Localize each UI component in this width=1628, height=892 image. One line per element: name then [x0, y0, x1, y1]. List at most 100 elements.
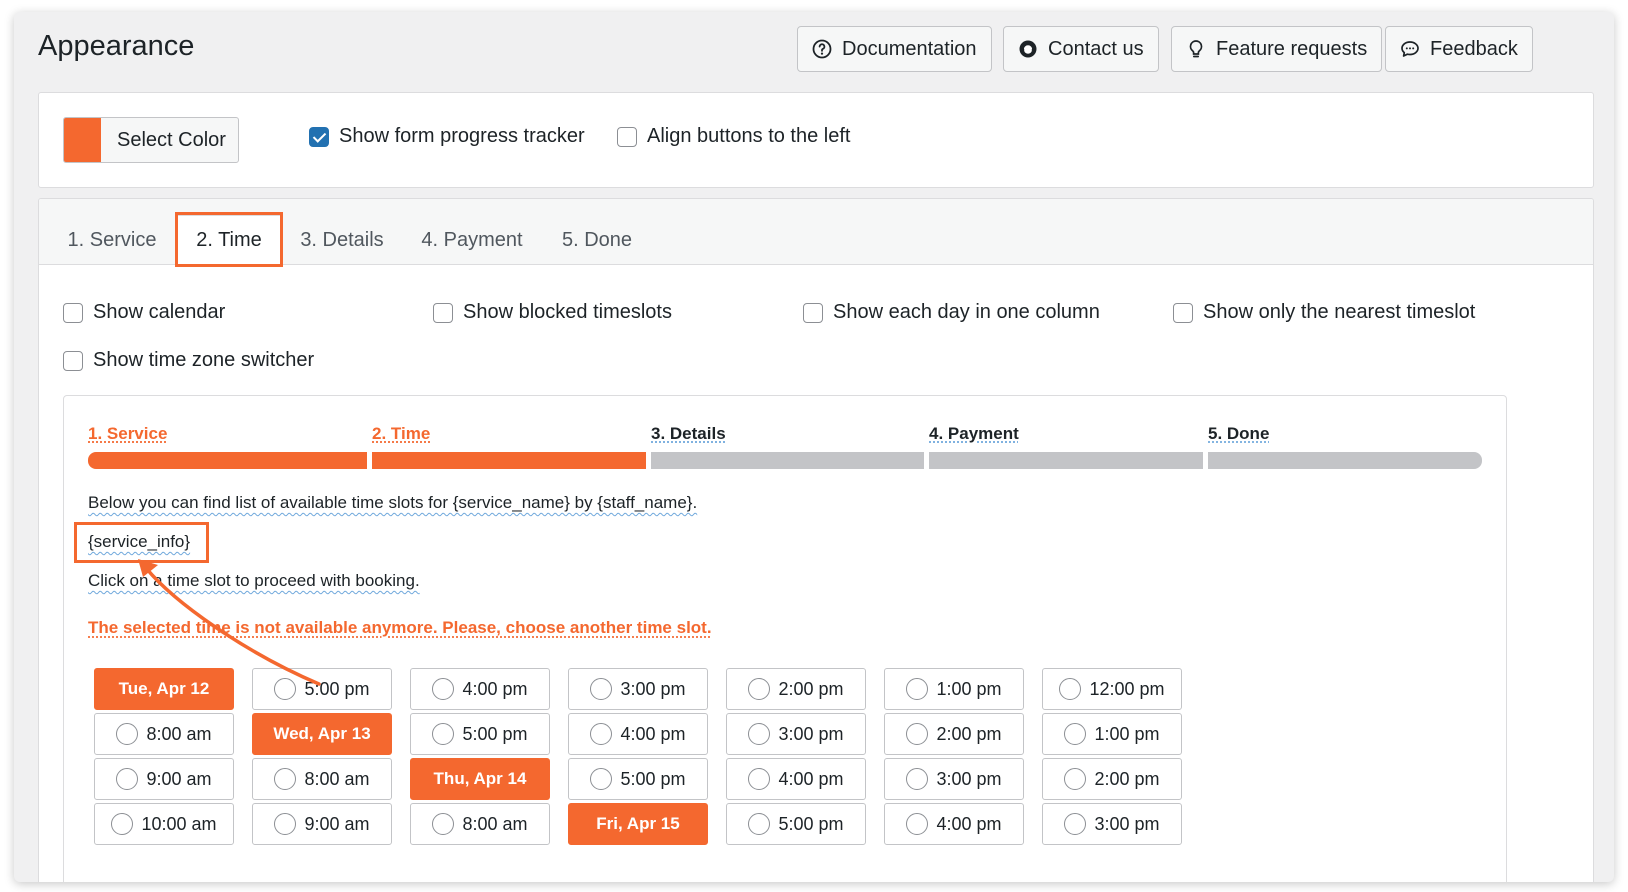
time-slot-radio[interactable] [906, 723, 929, 745]
time-slot-radio[interactable] [748, 723, 771, 745]
time-slot-label: 2:00 pm [1094, 768, 1160, 789]
time-slot[interactable]: 10:00 am [94, 803, 234, 845]
time-slot-radio[interactable] [116, 768, 139, 790]
progress-step-payment[interactable]: 4. Payment [929, 424, 1019, 444]
progress-step-service[interactable]: 1. Service [88, 424, 167, 444]
time-slot[interactable]: 5:00 pm [410, 713, 550, 755]
time-slot-radio[interactable] [1059, 678, 1082, 700]
time-slot-radio[interactable] [590, 678, 613, 700]
time-slot[interactable]: 3:00 pm [884, 758, 1024, 800]
show-calendar-label: Show calendar [93, 301, 226, 323]
intro-text[interactable]: Below you can find list of available tim… [88, 493, 697, 513]
show-each-day-column-checkbox[interactable] [803, 302, 823, 323]
time-slot-radio[interactable] [274, 768, 297, 790]
time-slot[interactable]: 1:00 pm [1042, 713, 1182, 755]
time-slot-radio[interactable] [1064, 768, 1087, 790]
show-progress-tracker-option[interactable]: Show form progress tracker [309, 125, 585, 148]
time-slot[interactable]: 4:00 pm [410, 668, 550, 710]
progress-bar-done [1208, 452, 1482, 469]
show-nearest-timeslot-checkbox[interactable] [1173, 302, 1193, 323]
time-slot[interactable]: 8:00 am [410, 803, 550, 845]
page-title: Appearance [38, 30, 195, 62]
documentation-button[interactable]: Documentation [797, 26, 992, 72]
time-slot[interactable]: 1:00 pm [884, 668, 1024, 710]
time-slot[interactable]: 2:00 pm [884, 713, 1024, 755]
feature-requests-button[interactable]: Feature requests [1171, 26, 1383, 72]
time-slot-label: 8:00 am [462, 813, 528, 834]
tab-details[interactable]: 3. Details [289, 215, 395, 265]
time-slot-radio[interactable] [906, 813, 929, 835]
time-slot-radio[interactable] [274, 813, 297, 835]
chat-bubble-icon [1401, 41, 1419, 57]
day-header: Wed, Apr 13 [252, 713, 392, 755]
time-slot[interactable]: 9:00 am [94, 758, 234, 800]
select-color-button[interactable]: Select Color [63, 117, 239, 163]
time-slot-radio[interactable] [1064, 723, 1087, 745]
time-slot[interactable]: 5:00 pm [726, 803, 866, 845]
progress-step-done[interactable]: 5. Done [1208, 424, 1269, 444]
time-slot[interactable]: 4:00 pm [568, 713, 708, 755]
time-slot[interactable]: 2:00 pm [726, 668, 866, 710]
headset-icon [1019, 40, 1037, 58]
progress-bar-payment [929, 452, 1203, 469]
time-slot[interactable]: 3:00 pm [726, 713, 866, 755]
time-slot-label: 12:00 pm [1089, 678, 1165, 699]
time-slot[interactable]: 2:00 pm [1042, 758, 1182, 800]
tab-done[interactable]: 5. Done [549, 215, 645, 265]
show-nearest-timeslot-option[interactable]: Show only the nearest timeslot [1173, 301, 1475, 324]
documentation-label: Documentation [842, 37, 977, 60]
show-blocked-timeslots-option[interactable]: Show blocked timeslots [433, 301, 672, 324]
progress-step-time[interactable]: 2. Time [372, 424, 430, 444]
time-slot-radio[interactable] [1064, 813, 1087, 835]
show-blocked-timeslots-checkbox[interactable] [433, 302, 453, 323]
time-slot[interactable]: 8:00 am [252, 758, 392, 800]
time-slot-label: 4:00 pm [778, 768, 844, 789]
show-timezone-switcher-option[interactable]: Show time zone switcher [63, 349, 314, 372]
time-slot-radio[interactable] [748, 678, 771, 700]
time-slot-radio[interactable] [748, 813, 771, 835]
time-slot[interactable]: 12:00 pm [1042, 668, 1182, 710]
time-slot[interactable]: 3:00 pm [568, 668, 708, 710]
show-nearest-timeslot-label: Show only the nearest timeslot [1203, 301, 1476, 323]
time-slot-radio[interactable] [432, 813, 455, 835]
time-slot-radio[interactable] [432, 678, 455, 700]
select-color-label: Select Color [117, 128, 226, 151]
time-slot[interactable]: 4:00 pm [884, 803, 1024, 845]
tab-payment[interactable]: 4. Payment [411, 215, 533, 265]
align-buttons-left-option[interactable]: Align buttons to the left [617, 125, 850, 148]
show-progress-tracker-label: Show form progress tracker [339, 125, 585, 147]
time-slot[interactable]: 4:00 pm [726, 758, 866, 800]
time-slot[interactable]: 5:00 pm [568, 758, 708, 800]
time-slot-radio[interactable] [274, 678, 297, 700]
show-timezone-switcher-checkbox[interactable] [63, 350, 83, 371]
instruction-text[interactable]: Click on a time slot to proceed with boo… [88, 571, 420, 591]
show-each-day-column-option[interactable]: Show each day in one column [803, 301, 1100, 324]
time-slot[interactable]: 9:00 am [252, 803, 392, 845]
feedback-button[interactable]: Feedback [1385, 26, 1533, 72]
time-slot-radio[interactable] [432, 723, 455, 745]
time-slot-radio[interactable] [116, 723, 139, 745]
time-slot-radio[interactable] [906, 678, 929, 700]
time-slot-radio[interactable] [906, 768, 929, 790]
time-slot-radio[interactable] [111, 813, 134, 835]
time-slot-label: 5:00 pm [304, 678, 370, 699]
tab-service[interactable]: 1. Service [55, 215, 169, 265]
progress-step-details[interactable]: 3. Details [651, 424, 726, 444]
time-slot-label: 3:00 pm [1094, 813, 1160, 834]
show-calendar-checkbox[interactable] [63, 302, 83, 323]
time-slot-label: 2:00 pm [778, 678, 844, 699]
lightbulb-icon [1189, 40, 1203, 58]
error-text[interactable]: The selected time is not available anymo… [88, 618, 712, 638]
align-buttons-left-checkbox[interactable] [617, 126, 637, 147]
show-calendar-option[interactable]: Show calendar [63, 301, 225, 324]
time-slot-radio[interactable] [590, 723, 613, 745]
time-slot-label: 3:00 pm [620, 678, 686, 699]
show-progress-tracker-checkbox[interactable] [309, 126, 329, 147]
time-slot[interactable]: 3:00 pm [1042, 803, 1182, 845]
time-slot[interactable]: 5:00 pm [252, 668, 392, 710]
day-header: Tue, Apr 12 [94, 668, 234, 710]
time-slot-radio[interactable] [590, 768, 613, 790]
time-slot[interactable]: 8:00 am [94, 713, 234, 755]
time-slot-radio[interactable] [748, 768, 771, 790]
contact-us-button[interactable]: Contact us [1003, 26, 1159, 72]
